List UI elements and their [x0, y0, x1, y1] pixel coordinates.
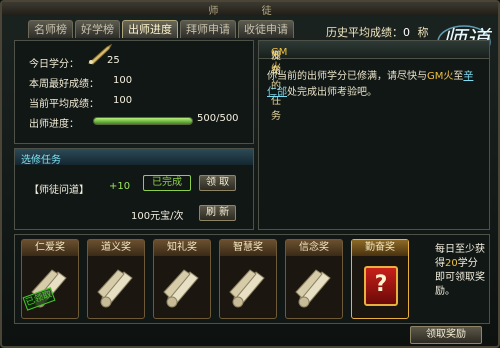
history-average-title: 称: [417, 26, 429, 39]
reward-card-wisdom[interactable]: 智慧奖: [219, 239, 277, 319]
reward-label: 信念奖: [286, 240, 342, 256]
tab-eager-students[interactable]: 好学榜: [75, 20, 120, 38]
current-average-row: 当前平均成绩： 100: [29, 95, 132, 110]
scroll-icon: [163, 269, 199, 308]
tab-famous-masters[interactable]: 名师榜: [28, 20, 73, 38]
week-best-label: 本周最好成绩：: [29, 79, 99, 90]
elective-task-name: 【师徒问道】: [29, 185, 89, 196]
reward-label: 知礼奖: [154, 240, 210, 256]
scroll-icon: [97, 269, 133, 308]
tab-graduation-progress[interactable]: 出师进度: [122, 20, 178, 38]
graduation-progress-text: 500/500: [197, 113, 239, 124]
today-credits-value: 25: [107, 55, 120, 66]
master-name: GM火: [427, 71, 454, 82]
claim-reward-button[interactable]: 领取奖励: [410, 326, 482, 344]
mentor-window: 师 徒 名师榜 好学榜 出师进度 拜师申请 收徒申请 历史平均成绩：0 称 师道…: [0, 0, 500, 348]
scroll-icon: [295, 269, 331, 308]
refresh-price: 100元宝/次: [131, 211, 184, 222]
reward-label: 仁爱奖: [22, 240, 78, 256]
reward-card-righteousness[interactable]: 道义奖: [87, 239, 145, 319]
week-best-row: 本周最好成绩： 100: [29, 75, 132, 90]
reward-card-benevolence[interactable]: 仁爱奖 已领取: [21, 239, 79, 319]
tab-student-requests[interactable]: 收徒申请: [238, 20, 294, 38]
elective-header: 选修任务: [15, 149, 253, 166]
reward-card-courtesy[interactable]: 知礼奖: [153, 239, 211, 319]
completed-badge: 已完成: [143, 175, 191, 191]
stats-panel: 今日学分： 25 本周最好成绩： 100 当前平均成绩： 100 出师进度： 5…: [14, 40, 254, 144]
elective-title: 选修任务: [21, 155, 61, 166]
current-average-value: 100: [113, 95, 133, 106]
history-average-label: 历史平均成绩：: [326, 26, 403, 39]
master-task-text: 你当前的出师学分已修满，请尽快与GM火至辛仁郃处完成出师考验吧。: [267, 71, 474, 98]
tab-bar: 名师榜 好学榜 出师进度 拜师申请 收徒申请: [28, 20, 296, 38]
claim-task-button[interactable]: 领 取: [199, 175, 237, 191]
master-task-header: 师父 GM火 发布的任务: [259, 41, 489, 122]
reward-label: 道义奖: [88, 240, 144, 256]
refresh-button[interactable]: 刷 新: [199, 205, 237, 221]
mystery-mark: ?: [374, 272, 388, 297]
reward-card-diligence[interactable]: 勤奋奖 ?: [351, 239, 409, 319]
today-credits-label: 今日学分：: [29, 59, 79, 70]
title-bar: 师 徒: [2, 2, 498, 17]
scroll-icon: [229, 269, 265, 308]
reward-label: 智慧奖: [220, 240, 276, 256]
today-credits-row: 今日学分： 25: [29, 55, 120, 70]
mystery-box-icon: ?: [364, 266, 398, 306]
progress-row: 出师进度：: [29, 115, 79, 130]
elective-panel: 选修任务 【师徒问道】 +10 已完成 领 取 100元宝/次 刷 新: [14, 148, 254, 230]
master-task-panel: 师父 GM火 发布的任务 你当前的出师学分已修满，请尽快与GM火至辛仁郃处完成出师考…: [258, 40, 490, 230]
rewards-panel: 仁爱奖 已领取 道义奖 知礼奖 智慧奖 信念奖 勤奋奖 ? 每日至少获得20学分…: [14, 234, 490, 324]
reward-card-faith[interactable]: 信念奖: [285, 239, 343, 319]
reward-label: 勤奋奖: [352, 240, 408, 256]
history-average: 历史平均成绩：0 称: [326, 24, 429, 40]
reward-hint: 每日至少获得20学分即可领取奖励。: [435, 244, 485, 297]
tab-apprentice-requests[interactable]: 拜师申请: [180, 20, 236, 38]
history-average-value: 0: [403, 26, 410, 39]
current-average-label: 当前平均成绩：: [29, 99, 99, 110]
elective-task-points: +10: [109, 181, 131, 192]
window-title: 师 徒: [208, 6, 292, 17]
progress-label: 出师进度：: [29, 119, 79, 130]
graduation-progress-fill: [94, 118, 192, 124]
week-best-value: 100: [113, 75, 133, 86]
graduation-progress-bar: [93, 117, 193, 125]
